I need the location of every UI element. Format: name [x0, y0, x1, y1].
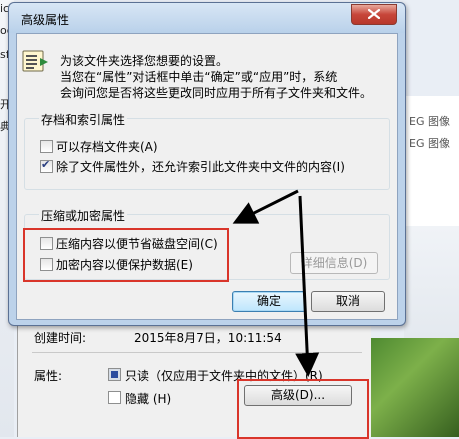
annotation-arrow [295, 195, 320, 377]
annotation-arrow [232, 189, 299, 224]
annotation-arrows [232, 189, 320, 377]
